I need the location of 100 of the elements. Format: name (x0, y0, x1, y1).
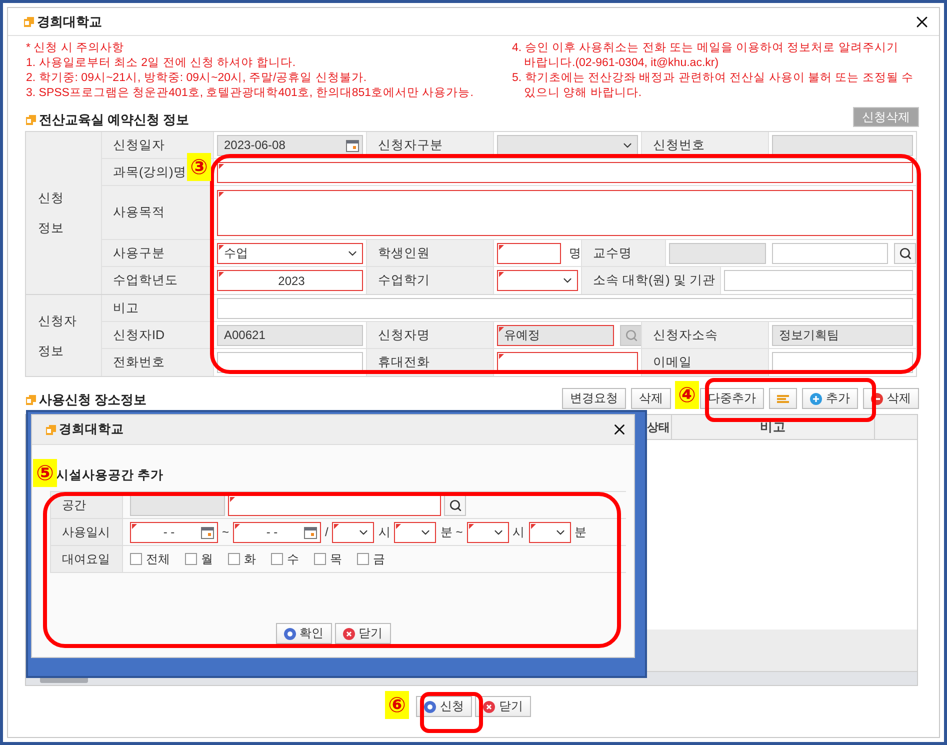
toolbar-button[interactable]: 다중추가 (700, 388, 764, 409)
text-field[interactable]: 정보기획팀 (772, 324, 913, 346)
field-label: 신청자소속 (653, 326, 718, 344)
close-dialog-button[interactable]: 닫기 (475, 696, 531, 717)
toolbar-button[interactable]: 변경요청 (562, 388, 626, 409)
checkbox[interactable] (271, 553, 283, 565)
confirm-icon (424, 700, 436, 712)
text-field[interactable]: A00621 (217, 324, 363, 346)
text-field[interactable] (724, 270, 913, 291)
checkbox[interactable] (130, 553, 142, 565)
calendar-icon (346, 138, 359, 152)
dropdown[interactable] (466, 522, 509, 542)
popup-title: 경희대학교 (59, 421, 124, 438)
date-field[interactable]: - - (233, 522, 322, 542)
field-label: 수업학기 (378, 272, 430, 289)
text-field[interactable] (130, 494, 225, 516)
search-icon (448, 498, 462, 512)
date-field[interactable]: - - (130, 522, 218, 542)
field-label: 사용목적 (113, 204, 165, 221)
text-field[interactable] (228, 494, 441, 516)
field-label: 소속 대학(원) 및 기관 (593, 272, 716, 289)
text-field[interactable] (772, 242, 888, 264)
search-icon (624, 328, 638, 342)
search-button[interactable] (894, 242, 916, 264)
list-button[interactable] (769, 388, 797, 409)
checkbox-label: 월 (201, 550, 213, 568)
dropdown[interactable]: 수업 (217, 242, 363, 264)
text-field[interactable]: 2023 (217, 270, 363, 291)
notice-text: 3. SPSS프로그램은 청운관401호, 호텔관광대학401호, 한의대851호에서만 사용가능. (26, 86, 474, 101)
separator-text: / (324, 525, 330, 539)
text-field[interactable]: 유예정 (497, 324, 614, 346)
calendar-icon (304, 526, 318, 538)
notice-text: 2. 학기중: 09시~21시, 방학중: 09시~20시, 주말/공휴일 신청불가. (26, 71, 368, 86)
dropdown[interactable] (394, 522, 436, 542)
dropdown[interactable] (528, 522, 571, 542)
field-label: 사용일시 (50, 519, 123, 545)
window-icon (24, 16, 34, 26)
step-badge: ③ (187, 153, 211, 181)
text-field[interactable] (669, 242, 766, 264)
notice-text: * 신청 시 주의사항 (26, 41, 126, 56)
close-icon (342, 628, 354, 640)
submit-button[interactable]: 신청 (416, 696, 472, 717)
group-label: 신청 정보 (26, 132, 101, 294)
field-label: 신청일자 (113, 136, 165, 154)
checkbox[interactable] (185, 553, 197, 565)
toolbar-button[interactable]: 추가 (802, 388, 858, 409)
plus-icon (810, 392, 822, 404)
field-label: 사용구분 (113, 244, 165, 262)
checkbox[interactable] (314, 553, 326, 565)
text-field[interactable] (217, 162, 913, 182)
text-area[interactable] (217, 190, 913, 236)
field-label: 신청자ID (113, 326, 164, 344)
close-icon (483, 700, 495, 712)
toolbar-button[interactable]: 삭제 (863, 388, 919, 409)
window-icon (26, 115, 36, 125)
popup-heading: 시설사용공간 추가 (56, 467, 164, 484)
window-title: 경희대학교 (37, 12, 102, 30)
checkbox-label: 금 (373, 550, 385, 568)
field-label: 전화번호 (113, 354, 165, 371)
checkbox[interactable] (228, 553, 240, 565)
search-icon (898, 246, 912, 260)
separator-text: 시 (377, 524, 392, 540)
checkbox-label: 화 (244, 550, 256, 568)
text-field[interactable] (772, 134, 913, 156)
step-badge: ④ (675, 381, 699, 409)
highlight-frame (420, 692, 483, 733)
search-button[interactable] (444, 494, 466, 516)
confirm-icon (284, 628, 296, 640)
step-badge: ⑤ (33, 459, 57, 487)
step-badge: ⑥ (385, 691, 409, 719)
field-label: 교수명 (593, 244, 632, 262)
section-title: 전산교육실 예약신청 정보 (39, 111, 190, 129)
close-dialog-button[interactable]: 닫기 (334, 623, 390, 644)
field-label: 비고 (113, 300, 139, 316)
group-label: 신청자 정보 (26, 295, 101, 376)
field-label: 과목(강의)명 (113, 164, 186, 180)
dropdown[interactable] (497, 134, 638, 156)
notice-text: 1. 사용일로부터 최소 2일 전에 신청 하셔야 합니다. (26, 56, 297, 71)
checkbox-label: 수 (287, 550, 299, 568)
dropdown[interactable] (497, 270, 578, 291)
dropdown[interactable] (332, 522, 374, 542)
section-title: 사용신청 장소정보 (39, 391, 147, 409)
field-label: 신청번호 (653, 136, 705, 154)
separator-text: 시 (512, 524, 526, 540)
unit-label: 명 (568, 244, 581, 262)
window-icon (46, 424, 56, 434)
text-field[interactable] (217, 298, 913, 318)
checkbox-label: 전체 (146, 550, 170, 568)
field-label: 휴대전화 (378, 354, 430, 371)
field-label: 이메일 (653, 354, 692, 371)
field-label: 신청자구분 (378, 136, 443, 154)
window-icon (26, 395, 36, 405)
checkbox[interactable] (357, 553, 369, 565)
separator-text: ~ (221, 525, 230, 539)
notice-text: 5. 학기초에는 전산강좌 배정과 관련하여 전산실 사용이 불허 또는 조정될 수 있으니 양해 바랍니다. (512, 71, 915, 101)
text-field[interactable] (497, 242, 561, 264)
date-field[interactable]: 2023-06-08 (217, 134, 363, 156)
confirm-button[interactable]: 확인 (276, 623, 332, 644)
toolbar-button[interactable]: 삭제 (631, 388, 671, 409)
list-icon (777, 394, 789, 404)
